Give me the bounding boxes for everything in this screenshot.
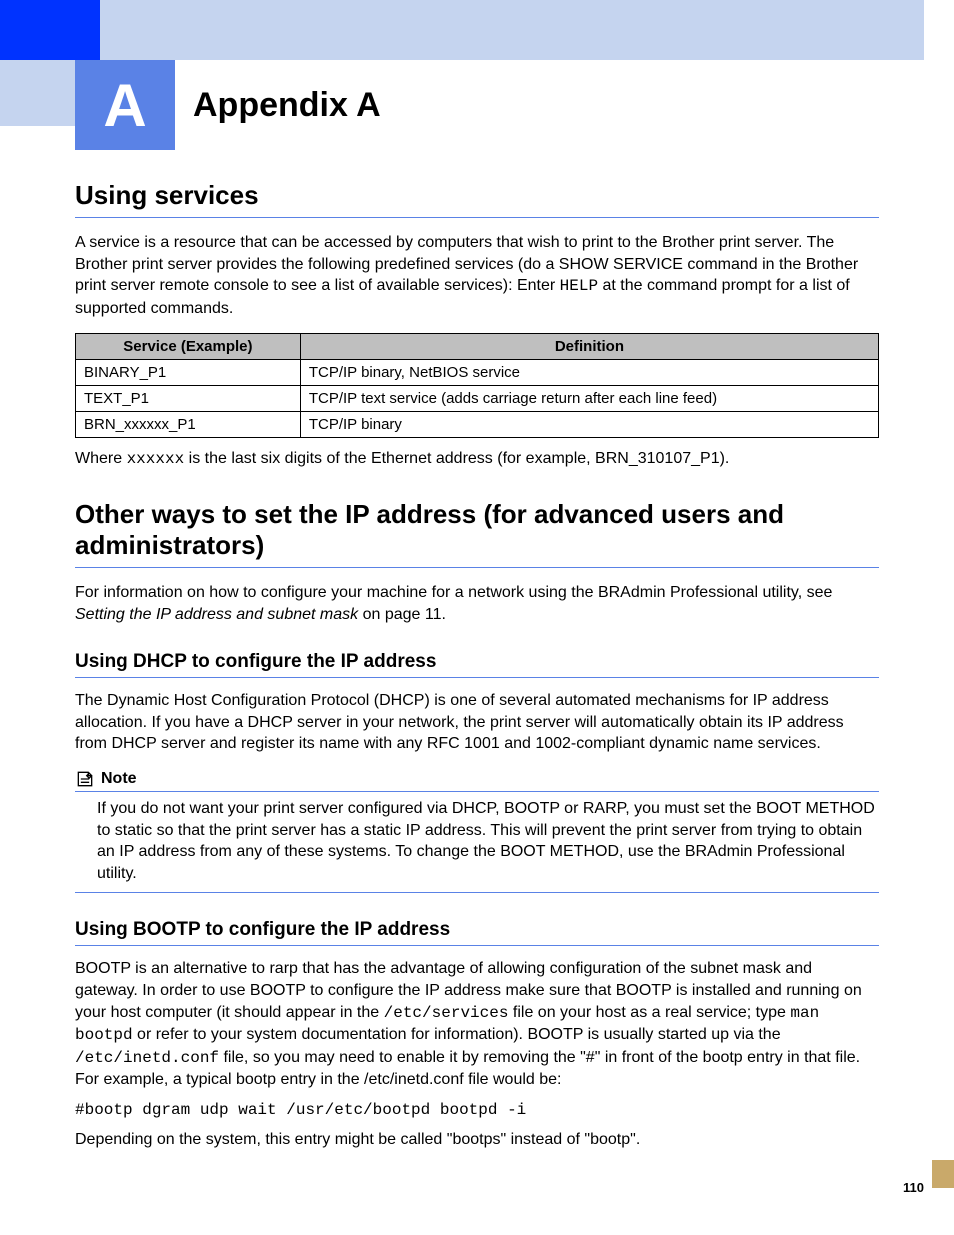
bootp-para1: BOOTP is an alternative to rarp that has… [75,958,879,1091]
services-intro: A service is a resource that can be acce… [75,232,879,319]
otherways-para-a: For information on how to configure your… [75,584,832,601]
header-bar [0,0,954,60]
note-box: Note If you do not want your print serve… [75,769,879,893]
otherways-link: Setting the IP address and subnet mask [75,606,358,623]
services-footnote: Where xxxxxx is the last six digits of t… [75,448,879,471]
header-blue-block [0,0,100,60]
table-cell: BRN_xxxxxx_P1 [76,412,301,438]
table-cell: TCP/IP binary [300,412,878,438]
bootp-para2: Depending on the system, this entry migh… [75,1129,879,1151]
subsection-title-dhcp: Using DHCP to configure the IP address [75,651,879,678]
note-body: If you do not want your print server con… [75,792,879,893]
table-cell: BINARY_P1 [76,360,301,386]
bootp-codeblock: #bootp dgram udp wait /usr/etc/bootpd bo… [75,1101,879,1119]
chapter-letter-badge: A [75,60,175,150]
note-label: Note [101,770,137,788]
subsection-title-bootp: Using BOOTP to configure the IP address [75,919,879,946]
header-light-block [100,0,924,60]
table-row: BINARY_P1 TCP/IP binary, NetBIOS service [76,360,879,386]
page-number: 110 [0,1180,924,1195]
chapter-title: Appendix A [193,86,381,125]
note-header: Note [75,769,879,792]
section-title-services: Using services [75,180,879,218]
footnote-b: is the last six digits of the Ethernet a… [184,450,729,467]
table-cell: TCP/IP binary, NetBIOS service [300,360,878,386]
note-icon [75,769,95,789]
footnote-code: xxxxxx [127,450,185,468]
dhcp-para: The Dynamic Host Configuration Protocol … [75,690,879,755]
table-head-definition: Definition [300,334,878,360]
table-head-service: Service (Example) [76,334,301,360]
services-table: Service (Example) Definition BINARY_P1 T… [75,333,879,438]
left-side-stripe [0,60,75,126]
bootp-code1: /etc/services [384,1004,509,1022]
chapter-header: A Appendix A [0,60,954,150]
table-cell: TCP/IP text service (adds carriage retur… [300,386,878,412]
otherways-para: For information on how to configure your… [75,582,879,625]
services-intro-code: HELP [560,277,598,295]
footnote-a: Where [75,450,127,467]
otherways-para-b: on page 11. [358,606,446,623]
bootp-code3: /etc/inetd.conf [75,1049,219,1067]
table-row: BRN_xxxxxx_P1 TCP/IP binary [76,412,879,438]
table-cell: TEXT_P1 [76,386,301,412]
table-row: TEXT_P1 TCP/IP text service (adds carria… [76,386,879,412]
section-title-otherways: Other ways to set the IP address (for ad… [75,499,879,568]
bootp-p1b: file on your host as a real service; typ… [508,1004,790,1021]
bootp-p1c: or refer to your system documentation fo… [133,1026,781,1043]
right-side-tab [932,1160,954,1188]
